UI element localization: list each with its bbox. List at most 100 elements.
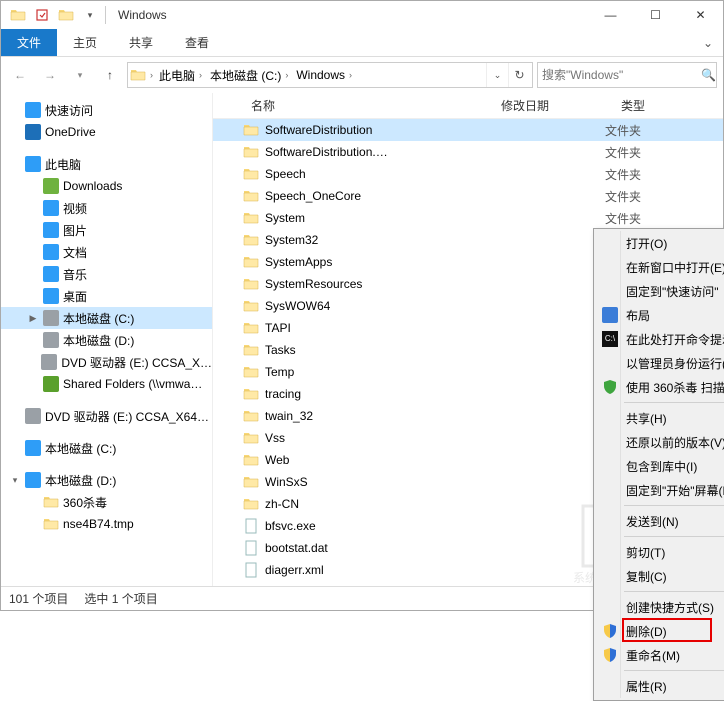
status-item-count: 101 个项目 [9,590,68,607]
menu-item[interactable]: 创建快捷方式(S) [596,595,724,619]
nav-forward-button[interactable]: → [37,62,63,88]
menu-item[interactable]: 打开(O) [596,231,724,255]
menu-item-label: 复制(C) [626,568,667,585]
navigation-pane[interactable]: 快速访问OneDrive此电脑Downloads视频图片文档音乐桌面▶本地磁盘 … [1,93,213,586]
breadcrumb-item[interactable]: 此电脑› [155,63,206,87]
file-row[interactable]: System文件夹 [213,207,723,229]
menu-item-label: 属性(R) [626,678,667,695]
menu-item[interactable]: 复制(C) [596,564,724,588]
close-button[interactable]: ✕ [678,1,723,29]
column-header-name[interactable]: 名称 [243,97,493,114]
file-name: System32 [265,233,318,247]
nav-history-button[interactable]: ▾ [67,62,93,88]
menu-item-label: 发送到(N) [626,513,679,530]
menu-item-label: 创建快捷方式(S) [626,599,714,616]
tree-node[interactable]: 桌面 [1,285,212,307]
file-name: SoftwareDistribution.… [265,145,388,159]
menu-item[interactable]: 使用 360杀毒 扫描 [596,375,724,399]
address-bar[interactable]: › 此电脑› 本地磁盘 (C:)› Windows› ⌄ ↻ [127,62,533,88]
folder-icon [243,298,259,314]
tree-node[interactable]: Shared Folders (\\vmwa… [1,373,212,395]
menu-item[interactable]: C:\在此处打开命令提示符 [596,327,724,351]
menu-item[interactable]: 删除(D) [596,619,724,643]
dvd-icon [41,354,57,370]
tree-twisty[interactable]: ▾ [9,475,21,486]
tree-node[interactable]: 快速访问 [1,99,212,121]
folder-icon [7,4,29,26]
ribbon-tab-share[interactable]: 共享 [113,29,169,56]
column-header-date[interactable]: 修改日期 [493,97,613,114]
minimize-button[interactable]: — [588,1,633,29]
net-icon [43,376,59,392]
folder-icon [243,188,259,204]
folder-icon [43,494,59,510]
menu-item[interactable]: 固定到"快速访问" [596,279,724,303]
address-dropdown-button[interactable]: ⌄ [486,63,508,87]
tree-node[interactable]: 音乐 [1,263,212,285]
breadcrumb-item[interactable]: Windows› [292,63,356,87]
ribbon-expand-button[interactable]: ⌄ [693,29,723,56]
tree-node[interactable]: nse4B74.tmp [1,513,212,535]
file-row[interactable]: SoftwareDistribution.…文件夹 [213,141,723,163]
menu-item[interactable]: 剪切(T) [596,540,724,564]
tree-node[interactable]: ▾本地磁盘 (D:) [1,469,212,491]
column-header-type[interactable]: 类型 [613,97,703,114]
menu-separator [624,536,724,537]
file-name: SoftwareDistribution [265,123,372,137]
menu-item[interactable]: 属性(R) [596,674,724,698]
tree-node[interactable]: 本地磁盘 (D:) [1,329,212,351]
file-name: TAPI [265,321,291,335]
tree-node[interactable]: DVD 驱动器 (E:) CCSA_X… [1,351,212,373]
tree-node[interactable]: ▶本地磁盘 (C:) [1,307,212,329]
file-name: SystemApps [265,255,332,269]
tree-node[interactable]: 此电脑 [1,153,212,175]
xml-icon [243,562,259,578]
tree-node[interactable]: 视频 [1,197,212,219]
folder-icon [243,386,259,402]
menu-item[interactable]: 以管理员身份运行(A) [596,351,724,375]
folder-icon [243,210,259,226]
nav-back-button[interactable]: ← [7,62,33,88]
folder-icon [243,408,259,424]
tree-node[interactable]: Downloads [1,175,212,197]
ribbon-tab-view[interactable]: 查看 [169,29,225,56]
search-box[interactable]: 🔍 [537,62,717,88]
file-name: System [265,211,305,225]
shield-icon [602,379,618,395]
file-name: Tasks [265,343,296,357]
nav-up-button[interactable]: ↑ [97,62,123,88]
menu-item[interactable]: 固定到"开始"屏幕(P) [596,478,724,502]
file-row[interactable]: Speech文件夹 [213,163,723,185]
folder-icon [43,516,59,532]
tree-node[interactable]: DVD 驱动器 (E:) CCSA_X64… [1,405,212,427]
breadcrumb-item[interactable]: 本地磁盘 (C:)› [206,63,292,87]
refresh-button[interactable]: ↻ [508,63,530,87]
tree-node[interactable]: 图片 [1,219,212,241]
file-row[interactable]: Speech_OneCore文件夹 [213,185,723,207]
folder-icon [130,67,146,83]
menu-item[interactable]: 重命名(M) [596,643,724,667]
file-row[interactable]: SoftwareDistribution文件夹 [213,119,723,141]
qat-properties-button[interactable] [31,4,53,26]
menu-item[interactable]: 共享(H)▶ [596,406,724,430]
search-icon[interactable]: 🔍 [701,68,716,82]
tree-node[interactable]: 本地磁盘 (C:) [1,437,212,459]
tree-label: 视频 [63,200,87,217]
menu-item[interactable]: 包含到库中(I)▶ [596,454,724,478]
qat-newfolder-button[interactable] [55,4,77,26]
menu-item[interactable]: 发送到(N)▶ [596,509,724,533]
tree-twisty[interactable]: ▶ [27,313,39,324]
video-icon [43,200,59,216]
menu-item[interactable]: 布局▶ [596,303,724,327]
ribbon-file-tab[interactable]: 文件 [1,29,57,56]
tree-node[interactable]: OneDrive [1,121,212,143]
tree-node[interactable]: 文档 [1,241,212,263]
chevron-right-icon[interactable]: › [150,70,153,80]
menu-item[interactable]: 在新窗口中打开(E) [596,255,724,279]
maximize-button[interactable]: ☐ [633,1,678,29]
menu-item[interactable]: 还原以前的版本(V) [596,430,724,454]
tree-node[interactable]: 360杀毒 [1,491,212,513]
ribbon-tab-home[interactable]: 主页 [57,29,113,56]
qat-dropdown[interactable]: ▾ [79,4,101,26]
search-input[interactable] [542,68,697,82]
